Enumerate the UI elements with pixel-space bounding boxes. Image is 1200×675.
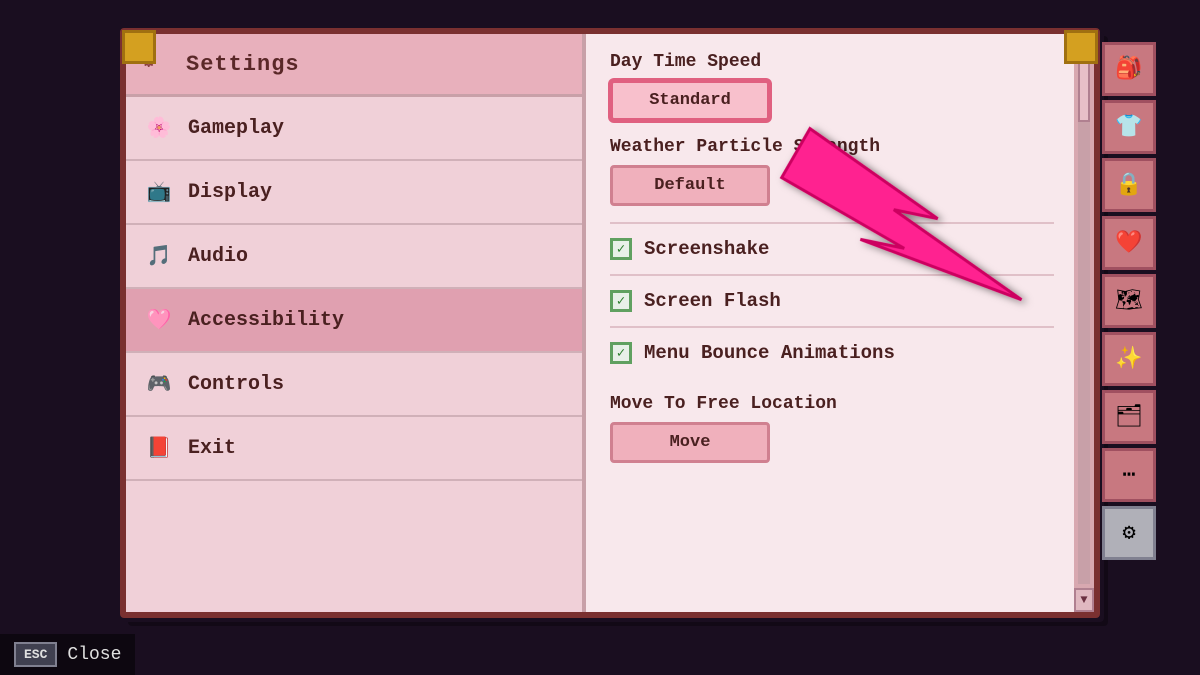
settings-header: Settings (126, 34, 582, 97)
sidebar-sparkle-icon[interactable]: ✨ (1102, 332, 1156, 386)
settings-gear-icon (142, 48, 174, 80)
weather-particles-button[interactable]: Default (610, 165, 770, 206)
right-content: Day Time Speed Standard Weather Particle… (586, 34, 1074, 612)
right-sidebar: 🎒 👕 🔒 ❤️ 🗺 ✨ 🗂 ⋯ ⚙ (1102, 34, 1162, 612)
menu-item-exit[interactable]: 📕 Exit (126, 417, 582, 481)
weather-particles-section: Weather Particle Strength Default (610, 137, 1054, 206)
right-panel: Day Time Speed Standard Weather Particle… (586, 34, 1094, 612)
settings-book: Settings 🌸 Gameplay 📺 Display 🎵 Audio 🩷 … (120, 28, 1100, 618)
settings-title: Settings (186, 52, 300, 77)
menu-item-gameplay[interactable]: 🌸 Gameplay (126, 97, 582, 161)
controls-label: Controls (188, 373, 284, 396)
sidebar-map-icon[interactable]: 🗺 (1102, 274, 1156, 328)
menu-bounce-checkbox[interactable] (610, 342, 632, 364)
screen-flash-checkbox[interactable] (610, 290, 632, 312)
daytime-speed-label: Day Time Speed (610, 52, 1054, 72)
menu-bounce-label: Menu Bounce Animations (644, 342, 895, 364)
display-label: Display (188, 181, 272, 204)
esc-key[interactable]: ESC (14, 642, 57, 667)
audio-label: Audio (188, 245, 248, 268)
move-location-label: Move To Free Location (610, 394, 1054, 414)
gameplay-icon: 🌸 (144, 113, 174, 143)
accessibility-icon: 🩷 (144, 305, 174, 335)
sidebar-gear-icon[interactable]: ⚙ (1102, 506, 1156, 560)
sidebar-bag-icon[interactable]: 🎒 (1102, 42, 1156, 96)
weather-particles-label: Weather Particle Strength (610, 137, 1054, 157)
controls-icon: 🎮 (144, 369, 174, 399)
scrollbar: ▲ ▼ (1074, 34, 1094, 612)
menu-item-display[interactable]: 📺 Display (126, 161, 582, 225)
scroll-up-arrow[interactable]: ▲ (1074, 34, 1094, 58)
move-location-button[interactable]: Move (610, 422, 770, 463)
screen-flash-row: Screen Flash (610, 274, 1054, 326)
daytime-speed-button[interactable]: Standard (610, 80, 770, 121)
scroll-down-arrow[interactable]: ▼ (1074, 588, 1094, 612)
scroll-thumb[interactable] (1078, 62, 1090, 122)
menu-item-accessibility[interactable]: 🩷 Accessibility (126, 289, 582, 353)
menu-bounce-row: Menu Bounce Animations (610, 326, 1054, 378)
close-label: Close (67, 645, 121, 665)
sidebar-menu-icon[interactable]: ⋯ (1102, 448, 1156, 502)
daytime-speed-section: Day Time Speed Standard (610, 52, 1054, 121)
display-icon: 📺 (144, 177, 174, 207)
scroll-track (1078, 62, 1090, 584)
audio-icon: 🎵 (144, 241, 174, 271)
move-location-section: Move To Free Location Move (610, 394, 1054, 463)
esc-bar: ESC Close (0, 634, 135, 675)
screenshake-checkbox[interactable] (610, 238, 632, 260)
sidebar-shirt-icon[interactable]: 👕 (1102, 100, 1156, 154)
screenshake-row: Screenshake (610, 222, 1054, 274)
sidebar-heart-icon[interactable]: ❤️ (1102, 216, 1156, 270)
sidebar-grid-icon[interactable]: 🗂 (1102, 390, 1156, 444)
left-panel: Settings 🌸 Gameplay 📺 Display 🎵 Audio 🩷 … (126, 34, 586, 612)
gameplay-label: Gameplay (188, 117, 284, 140)
exit-icon: 📕 (144, 433, 174, 463)
accessibility-label: Accessibility (188, 309, 344, 332)
sidebar-lock-icon[interactable]: 🔒 (1102, 158, 1156, 212)
screenshake-label: Screenshake (644, 238, 769, 260)
exit-label: Exit (188, 437, 236, 460)
menu-item-controls[interactable]: 🎮 Controls (126, 353, 582, 417)
menu-item-audio[interactable]: 🎵 Audio (126, 225, 582, 289)
screen-flash-label: Screen Flash (644, 290, 781, 312)
